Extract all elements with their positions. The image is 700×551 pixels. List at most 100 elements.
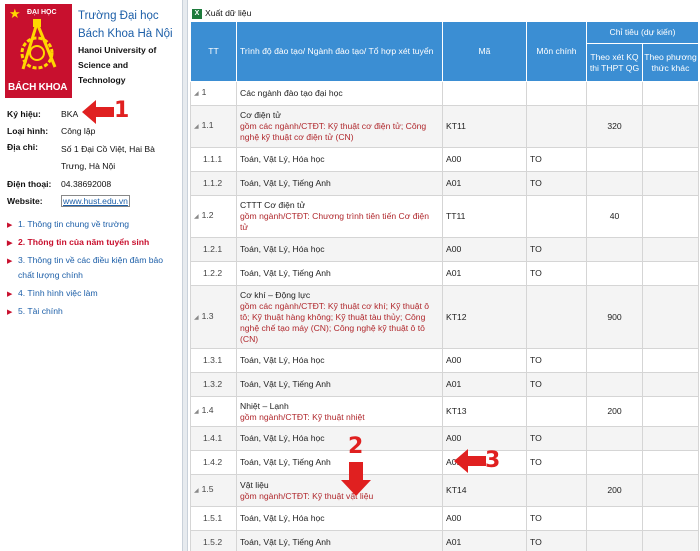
expand-triangle-icon[interactable]: ◢ [194, 409, 199, 415]
cell-program: Cơ điện tử gồm các ngành/CTĐT: Kỹ thuật c… [236, 105, 443, 148]
cell-tt-text: 1.3.1 [203, 355, 223, 365]
header-quota-other: Theo phương thức khác [642, 43, 699, 82]
cell-main-subject [526, 105, 587, 148]
info-website-label: Website: [7, 196, 43, 206]
table-group-row[interactable]: ◢ 1.3 Cơ khí – Động lực gồm các ngành/CTĐT:… [190, 285, 699, 349]
program-majors: gồm ngành/CTĐT: Chương trình tiên tiến C… [240, 211, 429, 232]
cell-code [442, 81, 527, 106]
cell-tt: 1.5.1 [190, 506, 237, 531]
cell-main-subject: TO [526, 171, 587, 196]
cell-code: KT14 [442, 474, 527, 507]
cell-main-subject: TO [526, 348, 587, 373]
cell-tt-text: 1.5.2 [203, 537, 223, 547]
cell-tt-text: 1.3.2 [203, 379, 223, 389]
cell-quota-exam [586, 171, 643, 196]
cell-program: Cơ khí – Động lực gồm các ngành/CTĐT: Kỹ … [236, 285, 443, 349]
cell-tt-text: 1.2.2 [203, 268, 223, 278]
cell-code: A01 [442, 261, 527, 286]
cell-tt: ◢ 1.4 [190, 396, 237, 427]
sidebar-item-label: 3. Thông tin về các điều kiện đảm bảo ch… [18, 255, 164, 280]
cell-quota-exam [586, 81, 643, 106]
program-majors: gồm ngành/CTĐT: Kỹ thuật vật liệu [240, 490, 374, 501]
cell-tt: 1.3.1 [190, 348, 237, 373]
website-link[interactable]: www.hust.edu.vn [61, 195, 130, 207]
table-row: 1.2.1 Toán, Vật Lý, Hóa học A00 TO [190, 237, 699, 262]
table-group-row[interactable]: ◢ 1.4 Nhiệt – Lạnh gồm ngành/CTĐT: Kỹ thuật… [190, 396, 699, 427]
table-row: 1.1.2 Toán, Vật Lý, Tiếng Anh A01 TO [190, 171, 699, 196]
info-type-value: Công lập [61, 126, 96, 136]
cell-tt-text: 1.2.1 [203, 244, 223, 254]
cell-program: Các ngành đào tạo đại học [236, 81, 443, 106]
cell-tt-text: 1 [201, 87, 207, 97]
cell-tt-text: 1.1 [201, 120, 214, 130]
cell-quota-exam: 320 [586, 105, 643, 148]
cell-tt-text: 1.3 [201, 310, 214, 321]
cell-quota-other [642, 426, 699, 451]
expand-triangle-icon[interactable]: ◢ [194, 315, 199, 321]
expand-triangle-icon[interactable]: ◢ [194, 91, 199, 97]
cell-program: Toán, Vật Lý, Tiếng Anh [236, 530, 443, 551]
cell-code: A00 [442, 348, 527, 373]
program-title: Toán, Vật Lý, Tiếng Anh [240, 178, 331, 188]
annotation-number-2: 2 [348, 434, 364, 459]
cell-quota-exam: 40 [586, 195, 643, 238]
cell-quota-exam [586, 348, 643, 373]
cell-quota-exam [586, 261, 643, 286]
table-group-row[interactable]: ◢ 1.2 CTTT Cơ điện tử gồm ngành/CTĐT: Chươn… [190, 195, 699, 238]
header-quota-exam: Theo xét KQ thi THPT QG [586, 43, 643, 82]
annotation-number-1: 1 [114, 98, 130, 123]
sidebar-item-employment[interactable]: ▶ 4. Tình hình việc làm [7, 286, 179, 301]
cell-quota-other [642, 81, 699, 106]
cell-tt: 1.3.2 [190, 372, 237, 397]
cell-code: TT11 [442, 195, 527, 238]
info-type-label: Loại hình: [7, 126, 49, 136]
cell-tt: 1.5.2 [190, 530, 237, 551]
cell-tt-text: 1.5 [201, 484, 214, 494]
cell-program: Toán, Vật Lý, Tiếng Anh [236, 372, 443, 397]
cell-quota-other [642, 171, 699, 196]
cell-quota-other [642, 261, 699, 286]
logo-top-text: ĐẠI HỌC [27, 9, 57, 16]
cell-quota-other [642, 396, 699, 427]
table-row: 1.5.1 Toán, Vật Lý, Hóa học A00 TO [190, 506, 699, 531]
cell-main-subject: TO [526, 426, 587, 451]
program-title: Toán, Vật Lý, Hóa học [240, 513, 325, 523]
cell-program: Toán, Vật Lý, Hóa học [236, 237, 443, 262]
cell-tt: 1.4.2 [190, 450, 237, 475]
cell-tt: ◢ 1.1 [190, 105, 237, 148]
table-group-row[interactable]: ◢ 1 Các ngành đào tạo đại học [190, 81, 699, 106]
cell-main-subject: TO [526, 237, 587, 262]
red-arrow-down-icon [341, 462, 371, 496]
info-address-value: Số 1 Đại Cồ Việt, Hai Bà Trưng, Hà Nội [61, 144, 155, 171]
header-main-subject: Môn chính [526, 21, 587, 82]
expand-triangle-icon[interactable]: ◢ [194, 214, 199, 220]
cell-tt: ◢ 1.2 [190, 195, 237, 238]
program-title: Toán, Vật Lý, Tiếng Anh [240, 457, 331, 467]
sidebar-item-admission-year[interactable]: ▶ 2. Thông tin của năm tuyển sinh [7, 235, 179, 250]
sidebar-item-general-info[interactable]: ▶ 1. Thông tin chung về trường [7, 217, 179, 232]
logo-bottom-text: BÁCH KHOA [8, 82, 68, 93]
sidebar-item-label: 2. Thông tin của năm tuyển sinh [18, 237, 150, 247]
expand-triangle-icon[interactable]: ◢ [194, 488, 199, 494]
cell-main-subject [526, 195, 587, 238]
sidebar-item-finance[interactable]: ▶ 5. Tài chính [7, 304, 179, 319]
cell-main-subject: TO [526, 147, 587, 172]
cell-main-subject [526, 81, 587, 106]
program-title: Toán, Vật Lý, Hóa học [240, 433, 325, 443]
info-phone-value: 04.38692008 [61, 179, 112, 189]
expand-triangle-icon[interactable]: ◢ [194, 124, 199, 130]
table-group-row[interactable]: ◢ 1.5 Vật liệu gồm ngành/CTĐT: Kỹ thuật vật… [190, 474, 699, 507]
cell-main-subject: TO [526, 372, 587, 397]
cell-quota-other [642, 348, 699, 373]
header-tt: TT [190, 21, 237, 82]
table-group-row[interactable]: ◢ 1.1 Cơ điện tử gồm các ngành/CTĐT: Kỹ thu… [190, 105, 699, 148]
compass-gear-icon [20, 19, 57, 70]
cell-code: A00 [442, 147, 527, 172]
export-data-button[interactable]: X Xuất dữ liệu [192, 6, 251, 20]
cell-tt: 1.2.2 [190, 261, 237, 286]
cell-quota-exam [586, 530, 643, 551]
cell-main-subject [526, 396, 587, 427]
cell-quota-exam: 900 [586, 285, 643, 349]
sidebar-item-quality-conditions[interactable]: ▶ 3. Thông tin về các điều kiện đảm bảo c… [7, 253, 179, 283]
program-title: Các ngành đào tạo đại học [240, 88, 343, 98]
